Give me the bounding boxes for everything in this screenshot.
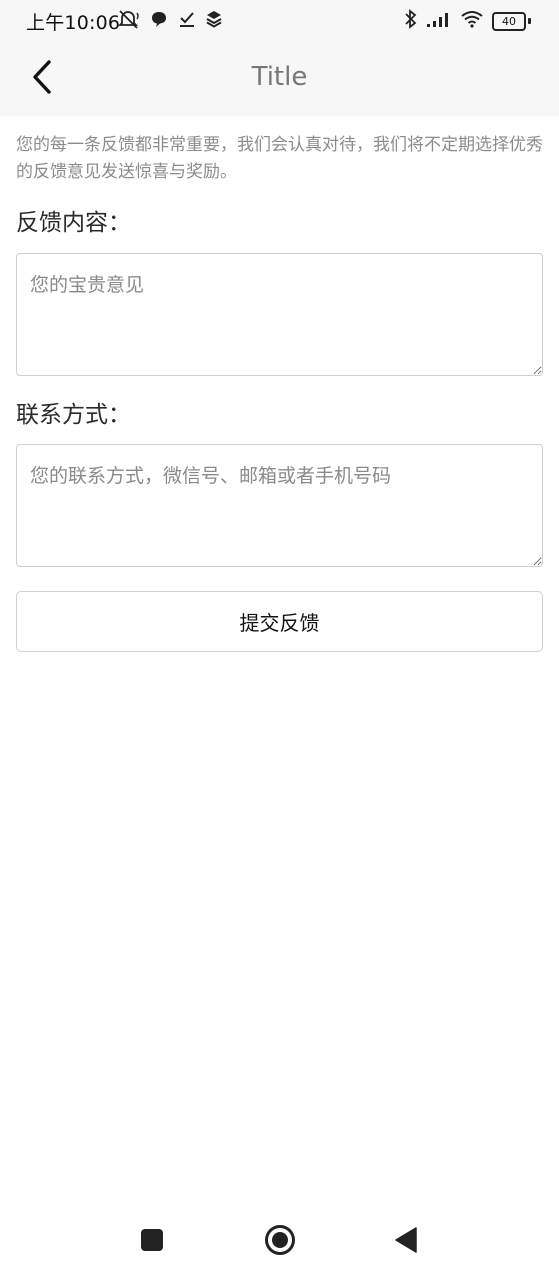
app-bar: Title <box>0 42 559 116</box>
status-system-icons: 40 <box>404 9 531 33</box>
status-time: 上午10:06 <box>26 12 121 34</box>
contact-label: 联系方式： <box>16 402 131 428</box>
back-triangle-icon <box>394 1227 418 1257</box>
back-nav-button[interactable] <box>384 1220 428 1264</box>
page-title: Title <box>251 62 308 92</box>
signal-icon <box>426 10 452 32</box>
mute-alarm-icon <box>117 9 140 33</box>
battery-tip <box>528 18 531 24</box>
layers-icon <box>206 10 222 32</box>
home-button[interactable] <box>258 1220 302 1264</box>
battery-level: 40 <box>492 11 526 31</box>
status-bar: 上午10:06 40 <box>0 0 559 42</box>
check-download-icon <box>178 10 196 32</box>
system-nav-bar <box>0 1204 559 1280</box>
submit-feedback-button[interactable]: 提交反馈 <box>16 591 543 652</box>
home-circle-icon <box>264 1224 296 1260</box>
contact-input[interactable] <box>16 444 543 567</box>
recent-apps-square-icon <box>140 1228 164 1256</box>
feedback-content-input[interactable] <box>16 253 543 376</box>
feedback-intro-text: 您的每一条反馈都非常重要，我们会认真对待，我们将不定期选择优秀的反馈意见发送惊喜… <box>16 135 543 182</box>
battery-icon: 40 <box>492 11 531 31</box>
recent-apps-button[interactable] <box>130 1220 174 1264</box>
feedback-content-label: 反馈内容： <box>16 210 131 236</box>
wifi-icon <box>460 10 484 32</box>
bluetooth-icon <box>404 9 418 33</box>
chat-bubble-icon <box>150 10 168 32</box>
status-notification-icons <box>117 9 222 33</box>
